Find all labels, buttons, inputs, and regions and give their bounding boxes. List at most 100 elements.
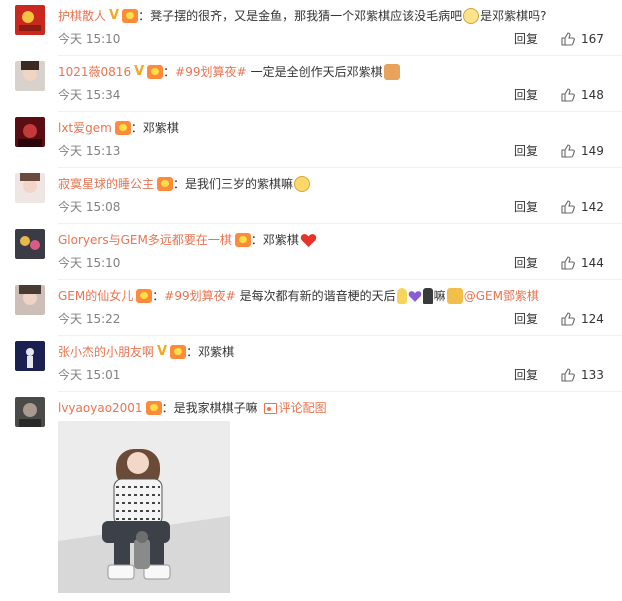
avatar[interactable]	[15, 341, 45, 371]
username[interactable]: 护棋散人	[58, 7, 106, 25]
comment-text: 是我家棋棋子嘛	[173, 401, 258, 415]
comment-picture-link[interactable]: 评论配图	[279, 399, 327, 417]
avatar[interactable]	[15, 397, 45, 427]
like-count: 149	[581, 144, 604, 158]
image-icon	[263, 402, 277, 414]
chess-pawn-emoji-icon	[422, 288, 433, 304]
fan-badge-icon	[145, 401, 162, 415]
colon: ：	[161, 401, 174, 415]
comment-text: 邓紫棋	[262, 233, 299, 247]
reply-button[interactable]: 回复	[514, 310, 538, 328]
reply-button[interactable]: 回复	[514, 142, 538, 160]
comment-feed: 护棋散人 V ： 凳子摆的很齐，又是金鱼，那我猜一个邓紫棋应该没毛病吧 是邓紫棋…	[0, 0, 622, 601]
colon: ：	[163, 65, 176, 79]
username[interactable]: Gloryers与GEM多远都要在一棋	[58, 231, 232, 249]
comment-time: 今天 15:10	[58, 32, 121, 46]
fan-badge-icon	[122, 9, 139, 23]
like-count: 142	[581, 200, 604, 214]
verified-v-icon: V	[157, 344, 168, 359]
like-button[interactable]: 133	[561, 366, 604, 384]
thumbs-up-icon	[561, 368, 575, 382]
thumbs-up-icon	[561, 88, 575, 102]
colon: ：	[130, 121, 143, 135]
username[interactable]: 1021薇0816	[58, 63, 131, 81]
like-count: 148	[581, 88, 604, 102]
comment-text: 凳子摆的很齐，又是金鱼，那我猜一个邓紫棋应该没毛病吧	[150, 9, 463, 23]
reply-button[interactable]: 回复	[514, 198, 538, 216]
comment-time: 今天 15:34	[58, 88, 121, 102]
colon: ：	[138, 9, 151, 23]
fan-badge-icon	[136, 289, 153, 303]
colon: ：	[173, 177, 186, 191]
like-button[interactable]: 149	[561, 142, 604, 160]
avatar[interactable]	[15, 229, 45, 259]
thumbs-up-icon	[561, 200, 575, 214]
like-count: 124	[581, 312, 604, 326]
username[interactable]: lvyaoyao2001	[58, 399, 143, 417]
divider	[58, 55, 622, 56]
topic-tag[interactable]: #99划算夜#	[175, 63, 246, 81]
fan-badge-icon	[114, 121, 131, 135]
avatar[interactable]	[15, 117, 45, 147]
thumbs-up-icon	[561, 312, 575, 326]
heart-emoji-icon	[300, 233, 317, 247]
comment-text-suffix: 嘛	[433, 289, 446, 303]
comment-text: 邓紫棋	[142, 121, 179, 135]
topic-tag[interactable]: #99划算夜#	[164, 287, 235, 305]
avatar[interactable]	[15, 173, 45, 203]
divider	[58, 279, 622, 280]
comment-text: 是我们三岁的紫棋嘛	[185, 177, 294, 191]
cat-emoji-icon	[383, 64, 400, 80]
verified-v-icon: V	[134, 64, 145, 79]
sweet-emoji-icon	[294, 176, 311, 192]
bulb-emoji-icon	[396, 288, 407, 304]
like-button[interactable]: 144	[561, 254, 604, 272]
like-button[interactable]: 148	[561, 86, 604, 104]
divider	[58, 167, 622, 168]
username[interactable]: GEM的仙女儿	[58, 287, 133, 305]
reply-button[interactable]: 回复	[514, 86, 538, 104]
divider	[58, 111, 622, 112]
comment-time: 今天 15:22	[58, 312, 121, 326]
avatar[interactable]	[15, 61, 45, 91]
comment-time: 今天 15:01	[58, 368, 121, 382]
comment-time: 今天 15:13	[58, 144, 121, 158]
reply-button[interactable]: 回复	[514, 30, 538, 48]
comment-text: 是每次都有新的谐音梗的天后	[239, 289, 396, 303]
comment-text-suffix: 是邓紫棋吗?	[480, 9, 547, 23]
reply-button[interactable]: 回复	[514, 366, 538, 384]
glasses-emoji-icon	[463, 8, 480, 24]
like-button[interactable]: 142	[561, 198, 604, 216]
divider	[58, 223, 622, 224]
username[interactable]: 张小杰的小朋友啊	[58, 343, 154, 361]
colon: ：	[186, 345, 199, 359]
fan-badge-icon	[234, 233, 251, 247]
cat-emoji-icon	[446, 288, 463, 304]
comment-time: 今天 15:10	[58, 256, 121, 270]
verified-v-icon: V	[109, 8, 120, 23]
thumbs-up-icon	[561, 256, 575, 270]
comment-text: 一定是全创作天后邓紫棋	[250, 65, 383, 79]
fan-badge-icon	[157, 177, 174, 191]
colon: ：	[152, 289, 165, 303]
thumbs-up-icon	[561, 144, 575, 158]
username[interactable]: 寂寞星球的睡公主	[58, 175, 154, 193]
comment-text: 邓紫棋	[198, 345, 235, 359]
comment-time: 今天 15:08	[58, 200, 121, 214]
colon: ：	[250, 233, 263, 247]
fan-badge-icon	[147, 65, 164, 79]
comment-photo[interactable]	[58, 421, 230, 593]
divider	[58, 391, 622, 392]
like-count: 144	[581, 256, 604, 270]
avatar[interactable]	[15, 5, 45, 35]
mention-link[interactable]: @GEM鄧紫棋	[464, 287, 539, 305]
username[interactable]: lxt爱gem	[58, 119, 112, 137]
like-button[interactable]: 124	[561, 310, 604, 328]
like-count: 167	[581, 32, 604, 46]
thumbs-up-icon	[561, 32, 575, 46]
like-button[interactable]: 167	[561, 30, 604, 48]
reply-button[interactable]: 回复	[514, 254, 538, 272]
avatar[interactable]	[15, 285, 45, 315]
divider	[58, 335, 622, 336]
purple-heart-emoji-icon	[408, 290, 422, 302]
